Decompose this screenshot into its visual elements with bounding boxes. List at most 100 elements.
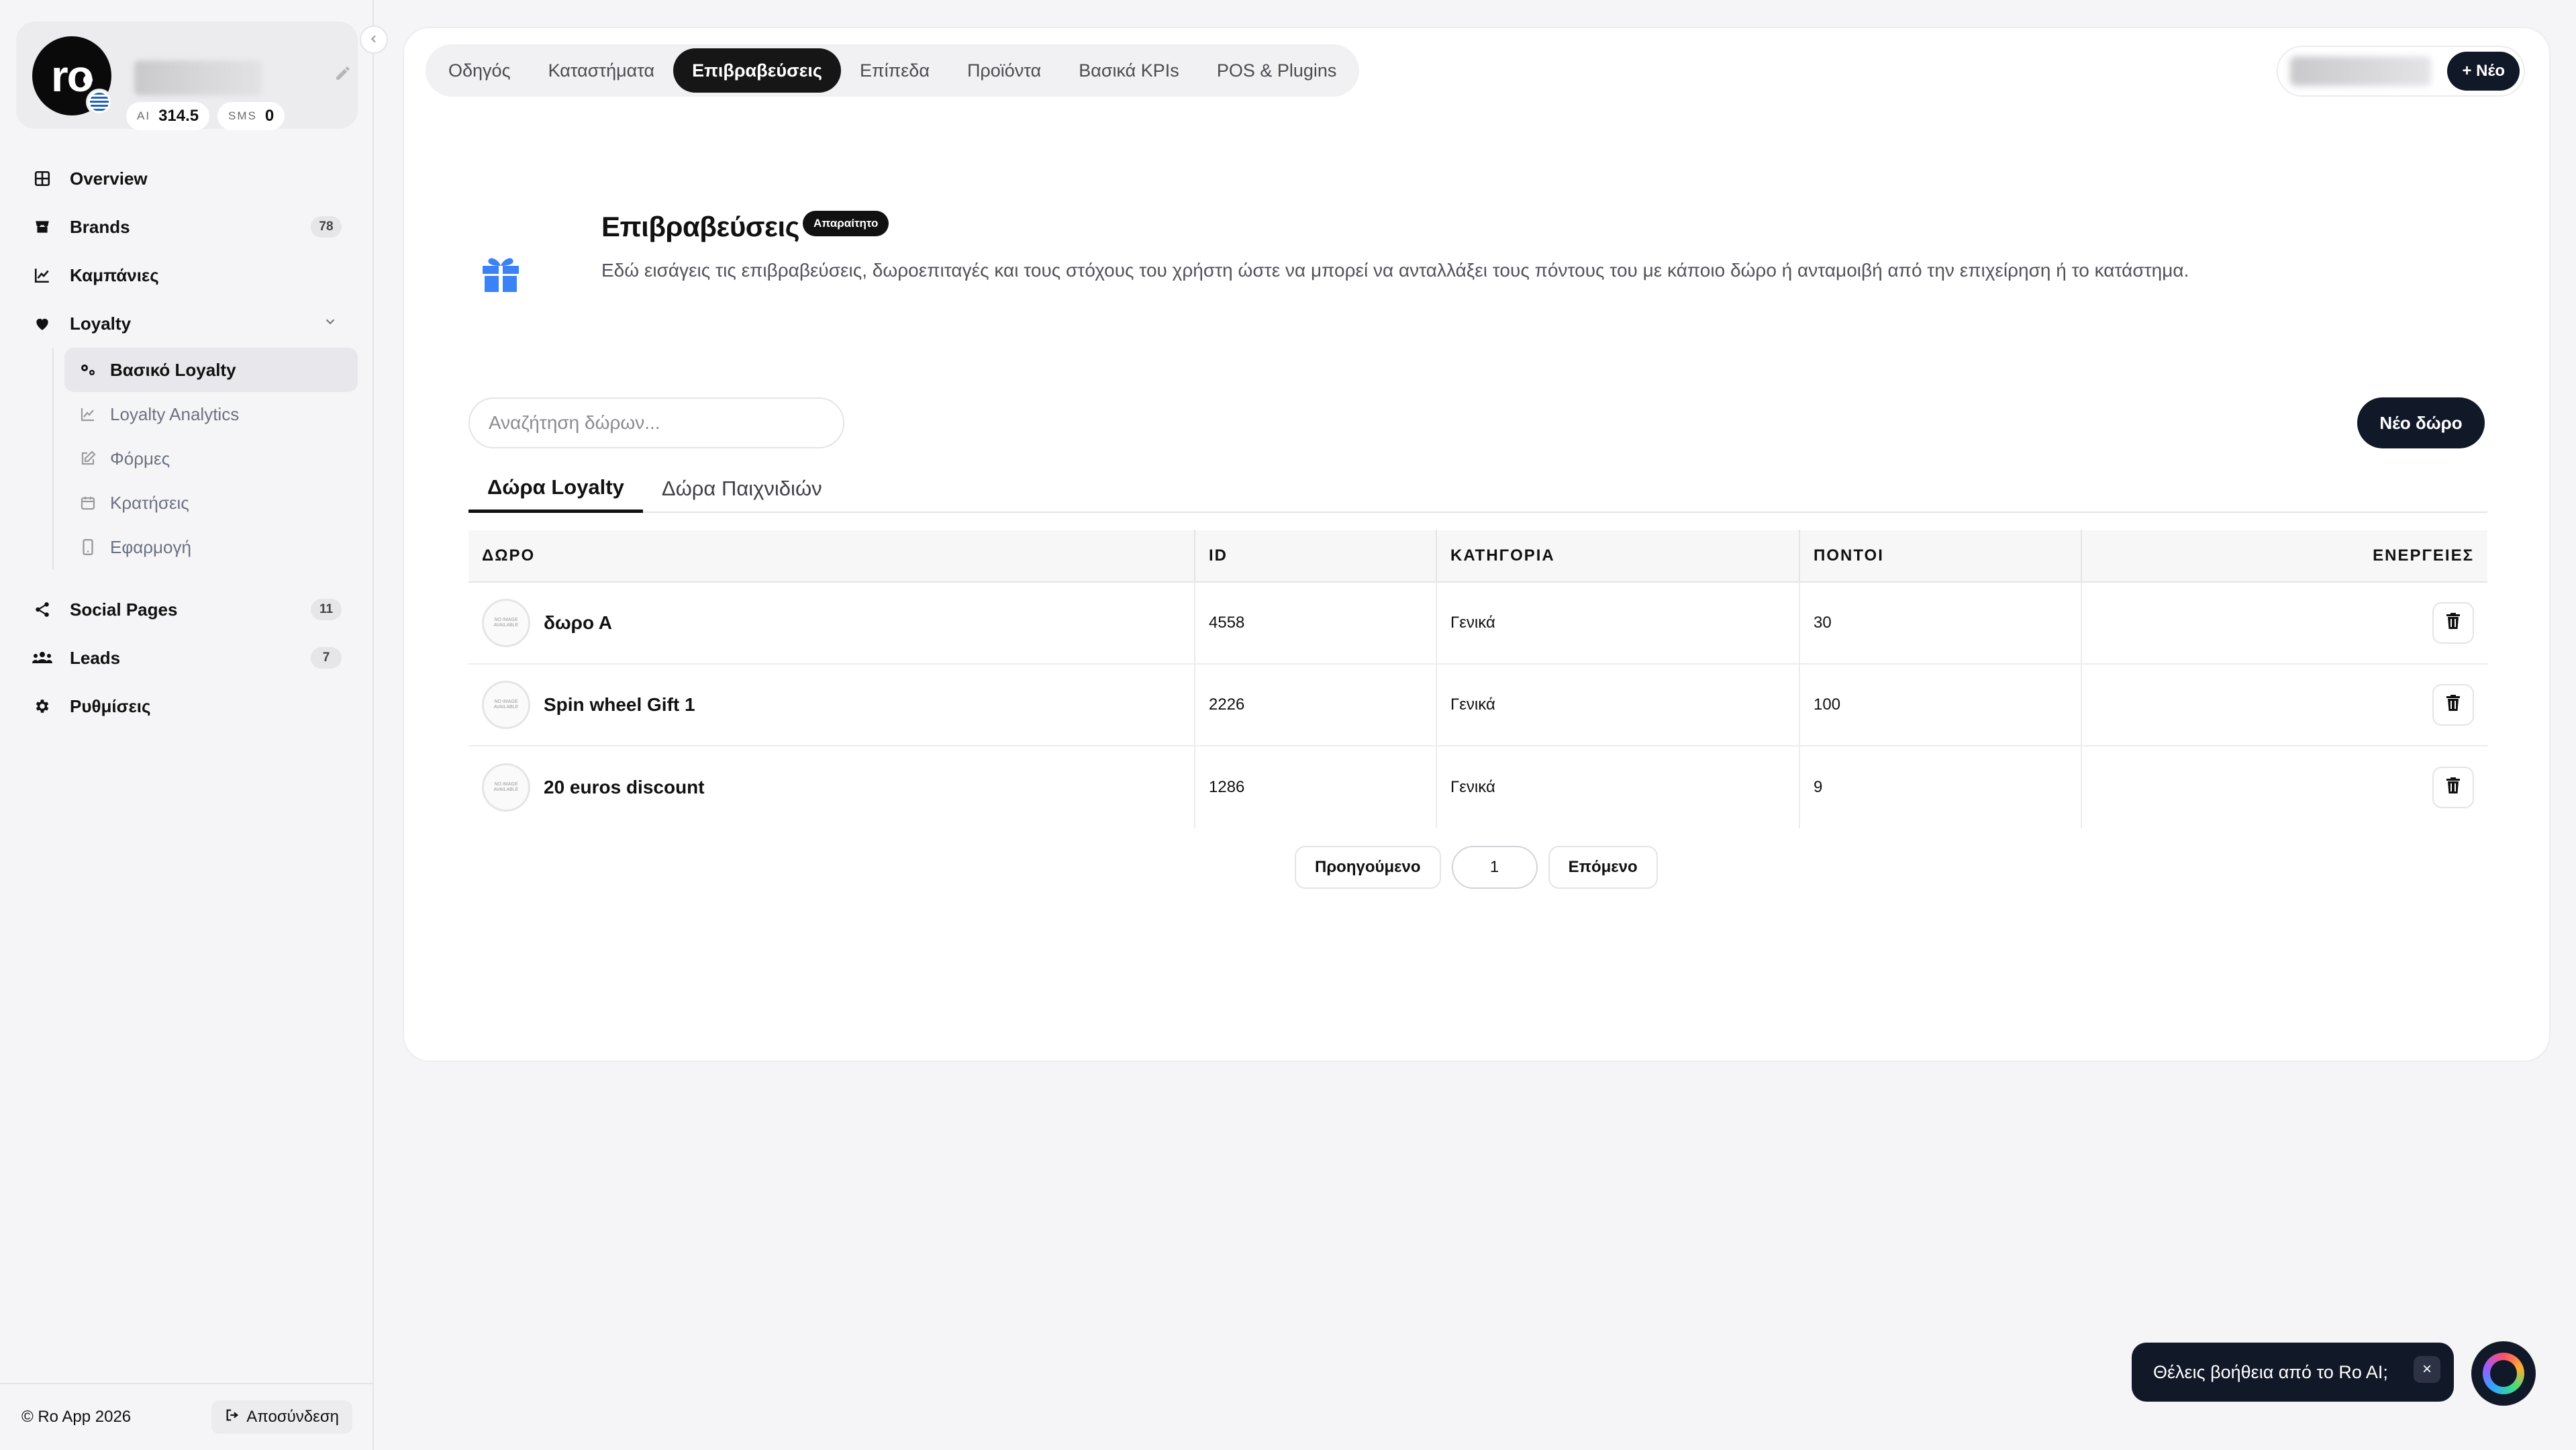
gift-points: 30 [1800, 582, 2082, 664]
sms-credits-pill: SMS 0 [217, 102, 285, 130]
no-image-text: NO IMAGE AVAILABLE [493, 699, 519, 710]
new-gift-button[interactable]: Νέο δώρο [2357, 397, 2485, 448]
sidebar-subitem-loyalty-analytics[interactable]: Loyalty Analytics [64, 392, 358, 436]
tab-loyalty-gifts[interactable]: Δώρα Loyalty [468, 465, 643, 513]
no-image-text: NO IMAGE AVAILABLE [493, 618, 519, 628]
ai-credits-pill: AI 314.5 [126, 102, 210, 130]
sidebar-item-label: Overview [70, 168, 148, 189]
sidebar-item-overview[interactable]: Overview [16, 154, 358, 203]
count-badge: 11 [311, 599, 342, 620]
sidebar-subitem-label: Βασικό Loyalty [110, 359, 236, 380]
loyalty-subnav: Βασικό Loyalty Loyalty Analytics Φόρμες … [52, 348, 358, 569]
chart-line-icon [32, 265, 52, 285]
gift-cell: NO IMAGE AVAILABLE 20 euros discount [468, 746, 1195, 828]
gear-icon [32, 696, 52, 716]
users-icon [32, 648, 52, 668]
gift-tabs: Δώρα Loyalty Δώρα Παιχνιδιών [468, 465, 2487, 513]
ai-help-text: Θέλεις βοήθεια από το Ro AI; [2153, 1361, 2388, 1382]
page-title: Επιβραβεύσεις [601, 211, 799, 242]
store-icon [32, 217, 52, 237]
table-row[interactable]: NO IMAGE AVAILABLE δωρο Α 4558 Γενικά 30 [468, 582, 2487, 665]
sidebar-item-label: Loyalty [70, 313, 132, 334]
new-button[interactable]: + Νέο [2447, 52, 2520, 91]
sidebar-subitem-label: Κρατήσεις [110, 492, 189, 513]
tab-rewards[interactable]: Επιβραβεύσεις [673, 48, 841, 93]
sidebar-item-leads[interactable]: Leads 7 [16, 634, 358, 682]
search-input[interactable]: Αναζήτηση δώρων... [468, 397, 844, 448]
sidebar-item-campaigns[interactable]: Καμπάνιες [16, 251, 358, 299]
tab-products[interactable]: Προϊόντα [948, 48, 1060, 93]
next-page-button[interactable]: Επόμενο [1548, 846, 1658, 889]
ai-credits-value: 314.5 [158, 107, 199, 125]
tab-pos-plugins[interactable]: POS & Plugins [1198, 48, 1356, 93]
gifts-table: ΔΩΡΟ ID ΚΑΤΗΓΟΡΙΑ ΠΟΝΤΟΙ ΕΝΕΡΓΕΙΕΣ NO IM… [468, 530, 2487, 828]
sidebar-item-brands[interactable]: Brands 78 [16, 203, 358, 251]
language-flag-icon[interactable] [86, 89, 113, 115]
tab-levels[interactable]: Επίπεδα [841, 48, 948, 93]
share-icon [32, 599, 52, 620]
gift-category: Γενικά [1437, 746, 1800, 828]
gift-thumbnail: NO IMAGE AVAILABLE [482, 681, 530, 729]
table-header: ΔΩΡΟ ID ΚΑΤΗΓΟΡΙΑ ΠΟΝΤΟΙ ΕΝΕΡΓΕΙΕΣ [468, 530, 2487, 583]
sms-credits-value: 0 [264, 107, 275, 125]
sidebar-item-settings[interactable]: Ρυθμίσεις [16, 682, 358, 730]
page-number-input[interactable]: 1 [1451, 846, 1538, 889]
previous-page-button[interactable]: Προηγούμενο [1295, 846, 1441, 889]
avatar-dot [83, 75, 93, 85]
sidebar-item-label: Social Pages [70, 599, 178, 620]
sidebar: ro AI 314.5 SMS 0 Overview Brands 78 Καμ… [0, 0, 374, 1450]
sidebar-item-social-pages[interactable]: Social Pages 11 [16, 585, 358, 634]
sidebar-subitem-forms[interactable]: Φόρμες [64, 436, 358, 481]
grid-icon [32, 168, 52, 189]
sidebar-subitem-label: Φόρμες [110, 448, 170, 469]
ai-assistant-button[interactable] [2471, 1341, 2536, 1406]
sidebar-item-label: Brands [70, 216, 130, 237]
gift-points: 100 [1800, 664, 2082, 746]
sms-credits-label: SMS [228, 109, 257, 122]
copyright: © Ro App 2026 [21, 1408, 132, 1426]
main-card: Οδηγός Καταστήματα Επιβραβεύσεις Επίπεδα… [403, 27, 2550, 1062]
gift-thumbnail: NO IMAGE AVAILABLE [482, 599, 530, 647]
blurred-store-name [2290, 56, 2431, 86]
collapse-sidebar-button[interactable] [360, 26, 388, 54]
actions-cell [2082, 746, 2487, 828]
pencil-icon[interactable] [334, 64, 354, 85]
table-row[interactable]: NO IMAGE AVAILABLE 20 euros discount 128… [468, 746, 2487, 828]
top-tabs: Οδηγός Καταστήματα Επιβραβεύσεις Επίπεδα… [426, 44, 1360, 97]
calendar-icon [78, 493, 98, 513]
column-header-gift[interactable]: ΔΩΡΟ [468, 530, 1195, 582]
table-row[interactable]: NO IMAGE AVAILABLE Spin wheel Gift 1 222… [468, 664, 2487, 746]
tab-game-gifts[interactable]: Δώρα Παιχνιδιών [643, 465, 841, 513]
sidebar-subitem-basic-loyalty[interactable]: Βασικό Loyalty [64, 348, 358, 392]
delete-button[interactable] [2432, 602, 2474, 644]
blurred-account-name [134, 60, 262, 95]
actions-cell [2082, 582, 2487, 664]
store-selector[interactable]: + Νέο [2277, 46, 2525, 97]
trash-icon [2445, 777, 2461, 799]
gift-points: 9 [1800, 746, 2082, 828]
tab-guide[interactable]: Οδηγός [430, 48, 530, 93]
chevron-down-icon[interactable] [323, 314, 338, 334]
sidebar-subitem-label: Loyalty Analytics [110, 403, 240, 424]
cogs-icon [78, 360, 98, 380]
sidebar-subitem-bookings[interactable]: Κρατήσεις [64, 481, 358, 525]
sidebar-item-loyalty[interactable]: Loyalty [16, 299, 358, 348]
close-icon[interactable]: × [2414, 1356, 2440, 1383]
tab-kpis[interactable]: Βασικά KPIs [1060, 48, 1198, 93]
column-header-category[interactable]: ΚΑΤΗΓΟΡΙΑ [1437, 530, 1800, 582]
column-header-points[interactable]: ΠΟΝΤΟΙ [1800, 530, 2082, 582]
ai-credits-label: AI [137, 109, 151, 122]
gift-id: 4558 [1195, 582, 1437, 664]
analytics-icon [78, 404, 98, 424]
sidebar-subitem-app[interactable]: Εφαρμογή [64, 525, 358, 569]
delete-button[interactable] [2432, 767, 2474, 808]
logout-button[interactable]: Αποσύνδεση [211, 1400, 352, 1434]
column-header-id[interactable]: ID [1195, 530, 1437, 582]
ai-help-bubble[interactable]: Θέλεις βοήθεια από το Ro AI; × [2132, 1343, 2454, 1402]
tab-stores[interactable]: Καταστήματα [530, 48, 674, 93]
profile-card[interactable]: ro AI 314.5 SMS 0 [16, 21, 358, 130]
delete-button[interactable] [2432, 684, 2474, 726]
gift-name: δωρο Α [544, 612, 613, 633]
gift-category: Γενικά [1437, 664, 1800, 746]
sidebar-item-label: Leads [70, 647, 121, 668]
